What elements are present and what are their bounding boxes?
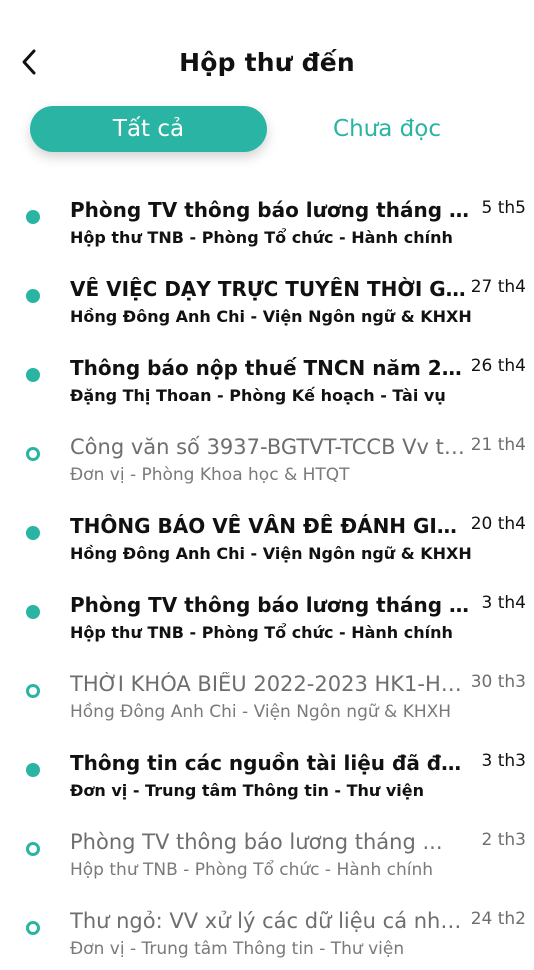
message-sender: Hồng Đông Anh Chi - Viện Ngôn ngữ & KHXH [70, 544, 472, 563]
unread-dot-icon [26, 368, 40, 382]
message-date: 26 th4 [470, 356, 526, 376]
app-header: Hộp thư đến [0, 0, 534, 100]
message-sender: Đơn vị - Phòng Khoa học & HTQT [70, 465, 350, 485]
message-date: 30 th3 [470, 672, 526, 692]
message-sender: Hộp thư TNB - Phòng Tổ chức - Hành chính [70, 860, 434, 880]
message-subject: Phòng TV thông báo lương tháng ... [70, 593, 470, 617]
message-date: 5 th5 [481, 198, 526, 218]
message-row[interactable]: Phòng TV thông báo lương tháng ... Hộp th… [0, 180, 534, 259]
unread-dot-icon [26, 605, 40, 619]
message-subject: THÔNG BÁO VỀ VẤN ĐỀ ĐÁNH GIÁ ... [70, 514, 470, 538]
message-row[interactable]: Thư ngỏ: VV xử lý các dữ liệu cá nhân ..… [0, 891, 534, 970]
message-row[interactable]: Phòng TV thông báo lương tháng ... Hộp th… [0, 575, 534, 654]
message-subject: THỜI KHÓA BIỂU 2022-2023 HK1-HK2 ... [70, 672, 470, 696]
message-date: 27 th4 [470, 277, 526, 297]
message-date: 3 th3 [481, 751, 526, 771]
read-dot-icon [26, 684, 40, 698]
message-sender: Đơn vị - Trung tâm Thông tin - Thư viện [70, 781, 425, 800]
message-row[interactable]: Công văn số 3937-BGTVT-TCCB Vv tha... Đơn… [0, 417, 534, 496]
tab-all[interactable]: Tất cả [30, 106, 267, 152]
message-sender: Hồng Đông Anh Chi - Viện Ngôn ngữ & KHXH [70, 702, 452, 722]
unread-dot-icon [26, 526, 40, 540]
read-dot-icon [26, 842, 40, 856]
message-row[interactable]: Thông báo nộp thuế TNCN năm 2022 Đặng Thị… [0, 338, 534, 417]
page-title: Hộp thư đến [179, 48, 355, 77]
message-subject: Phòng TV thông báo lương tháng ... [70, 830, 443, 854]
unread-dot-icon [26, 210, 40, 224]
read-dot-icon [26, 447, 40, 461]
message-row[interactable]: Phòng TV thông báo lương tháng ... Hộp th… [0, 812, 534, 891]
unread-dot-icon [26, 763, 40, 777]
message-subject: Thông báo nộp thuế TNCN năm 2022 [70, 356, 470, 380]
message-subject: Thông tin các nguồn tài liệu đã được ... [70, 751, 470, 775]
message-row[interactable]: THỜI KHÓA BIỂU 2022-2023 HK1-HK2 ... Hồng… [0, 654, 534, 733]
filter-tabs: Tất cả Chưa đọc [0, 104, 534, 156]
message-date: 20 th4 [470, 514, 526, 534]
message-subject: VỀ VIỆC DẠY TRỰC TUYẾN THỜI GIAN ... [70, 277, 470, 301]
read-dot-icon [26, 921, 40, 935]
message-date: 2 th3 [481, 830, 526, 850]
message-sender: Đặng Thị Thoan - Phòng Kế hoạch - Tài vụ [70, 386, 446, 405]
message-row[interactable]: Thông tin các nguồn tài liệu đã được ...… [0, 733, 534, 812]
message-subject: Phòng TV thông báo lương tháng ... [70, 198, 470, 222]
message-date: 21 th4 [470, 435, 526, 455]
message-subject: Công văn số 3937-BGTVT-TCCB Vv tha... [70, 435, 470, 459]
message-subject: Thư ngỏ: VV xử lý các dữ liệu cá nhân ..… [70, 909, 470, 933]
message-sender: Hộp thư TNB - Phòng Tổ chức - Hành chính [70, 228, 453, 247]
message-date: 3 th4 [481, 593, 526, 613]
message-list: Phòng TV thông báo lương tháng ... Hộp th… [0, 180, 534, 970]
message-sender: Hộp thư TNB - Phòng Tổ chức - Hành chính [70, 623, 453, 642]
unread-dot-icon [26, 289, 40, 303]
tab-unread[interactable]: Chưa đọc [287, 106, 487, 152]
message-row[interactable]: THÔNG BÁO VỀ VẤN ĐỀ ĐÁNH GIÁ ... Hồng Đôn… [0, 496, 534, 575]
message-sender: Đơn vị - Trung tâm Thông tin - Thư viện [70, 939, 405, 959]
message-date: 24 th2 [470, 909, 526, 929]
message-sender: Hồng Đông Anh Chi - Viện Ngôn ngữ & KHXH [70, 307, 472, 326]
message-row[interactable]: VỀ VIỆC DẠY TRỰC TUYẾN THỜI GIAN ... Hồng… [0, 259, 534, 338]
